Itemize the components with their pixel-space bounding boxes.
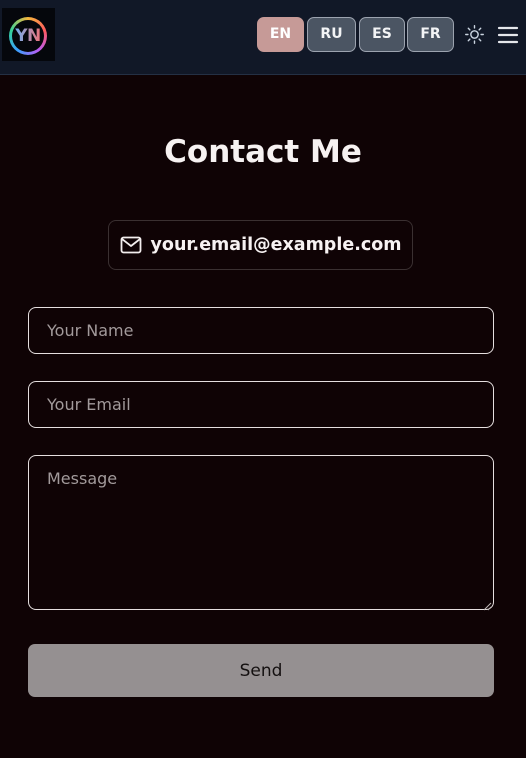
language-button-es[interactable]: ES [359, 17, 405, 52]
top-navbar: YN EN RU ES FR [0, 0, 526, 75]
name-input[interactable] [28, 307, 494, 354]
language-button-en[interactable]: EN [257, 17, 304, 52]
email-input[interactable] [28, 381, 494, 428]
site-logo[interactable]: YN [2, 8, 55, 61]
logo-ring: YN [9, 17, 47, 55]
sun-icon[interactable] [464, 24, 485, 45]
email-link[interactable]: your.email@example.com [108, 220, 413, 270]
message-textarea[interactable] [28, 455, 494, 610]
language-button-fr[interactable]: FR [407, 17, 454, 52]
language-button-ru[interactable]: RU [307, 17, 356, 52]
resize-grip-icon[interactable] [482, 596, 492, 611]
send-button[interactable]: Send [28, 644, 494, 697]
mail-icon [120, 236, 142, 254]
email-address: your.email@example.com [150, 235, 402, 255]
hamburger-menu-icon[interactable] [497, 24, 519, 46]
page-title: Contact Me [164, 134, 362, 170]
logo-text: YN [12, 20, 44, 52]
